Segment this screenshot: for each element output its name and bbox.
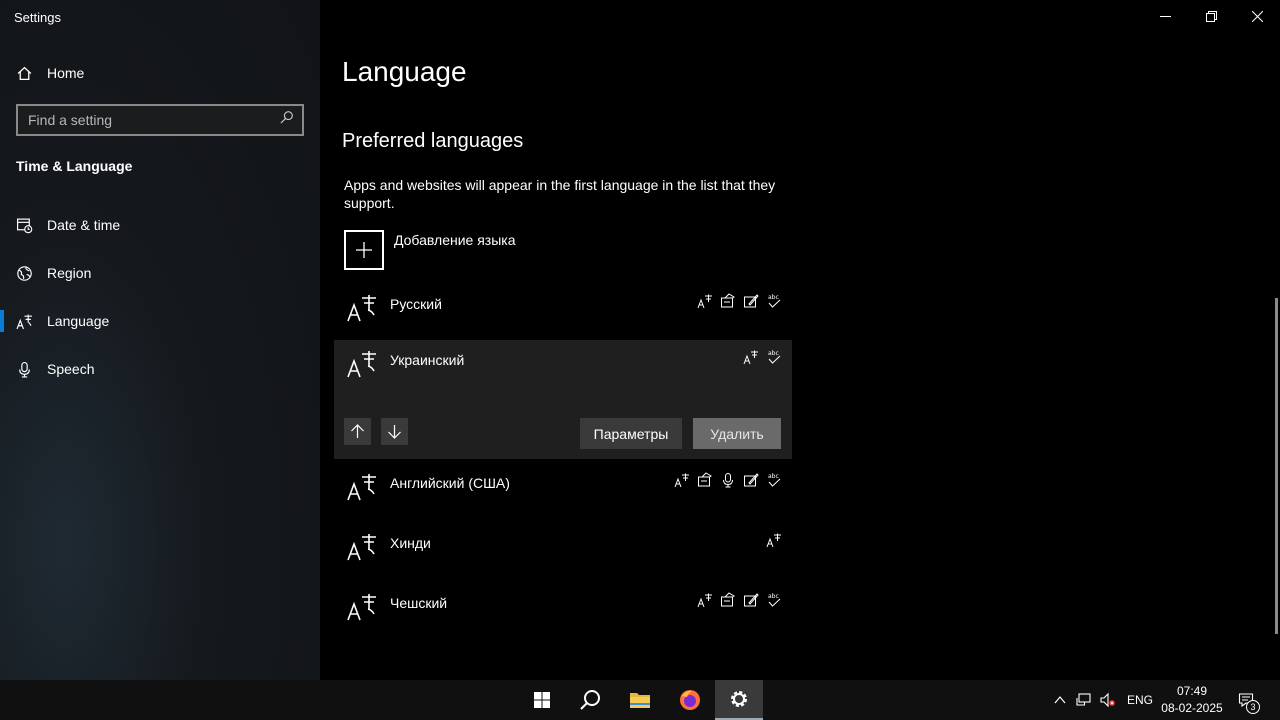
file-explorer-button[interactable] bbox=[616, 680, 664, 720]
handwriting-icon bbox=[743, 293, 759, 309]
globe-icon bbox=[0, 265, 47, 282]
display-language-icon bbox=[743, 349, 759, 365]
taskbar-search-button[interactable] bbox=[566, 680, 614, 720]
remove-button[interactable]: Удалить bbox=[693, 418, 781, 449]
move-up-button[interactable] bbox=[344, 418, 371, 445]
display-language-icon bbox=[674, 472, 690, 488]
search-icon[interactable] bbox=[279, 110, 294, 130]
language-icon bbox=[0, 313, 47, 330]
language-glyph-icon bbox=[347, 594, 376, 621]
language-glyph-icon bbox=[347, 295, 376, 322]
language-glyph-icon bbox=[347, 351, 376, 378]
network-icon bbox=[1076, 693, 1091, 706]
clock-time: 07:49 bbox=[1176, 684, 1208, 698]
windows-start-icon bbox=[534, 692, 550, 708]
language-row-english-us[interactable]: Английский (США) abc bbox=[334, 463, 792, 523]
language-features bbox=[766, 532, 782, 548]
speech-recognition-icon bbox=[720, 472, 736, 488]
language-glyph-icon bbox=[347, 534, 376, 561]
search-input[interactable] bbox=[28, 112, 279, 128]
language-features: abc bbox=[697, 293, 782, 309]
language-name: Английский (США) bbox=[390, 475, 510, 491]
sidebar-item-label: Region bbox=[47, 265, 92, 281]
plus-icon bbox=[344, 230, 384, 270]
language-row-hindi[interactable]: Хинди bbox=[334, 523, 792, 583]
home-label: Home bbox=[47, 65, 85, 81]
svg-text:abc: abc bbox=[768, 593, 779, 600]
options-button[interactable]: Параметры bbox=[580, 418, 682, 449]
language-features: abc bbox=[674, 472, 782, 488]
spell-check-icon: abc bbox=[766, 592, 782, 608]
sidebar-item-speech[interactable]: Speech bbox=[0, 349, 320, 389]
arrow-up-icon bbox=[351, 424, 364, 438]
search-box[interactable] bbox=[16, 104, 304, 136]
settings-gear-icon bbox=[731, 691, 747, 707]
microphone-icon bbox=[0, 361, 47, 378]
page-title: Language bbox=[342, 56, 467, 87]
language-features: abc bbox=[743, 349, 782, 365]
home-icon bbox=[0, 65, 47, 82]
display-language-icon bbox=[697, 592, 713, 608]
language-name: Украинский bbox=[390, 352, 465, 368]
sidebar-item-region[interactable]: Region bbox=[0, 253, 320, 293]
spell-check-icon: abc bbox=[766, 349, 782, 365]
display-language-icon bbox=[766, 532, 782, 548]
scrollbar[interactable] bbox=[1275, 298, 1278, 634]
language-row-russian[interactable]: Русский abc bbox=[334, 284, 792, 344]
file-explorer-icon bbox=[630, 693, 650, 708]
svg-text:abc: abc bbox=[768, 350, 779, 357]
clock-date: 08-02-2025 bbox=[1161, 701, 1223, 715]
handwriting-icon bbox=[743, 592, 759, 608]
language-row-czech[interactable]: Чешский abc bbox=[334, 583, 792, 643]
notifications-button[interactable]: 3 bbox=[1238, 680, 1260, 720]
notification-count-badge: 3 bbox=[1246, 700, 1260, 714]
start-button[interactable] bbox=[518, 680, 566, 720]
sidebar-item-label: Date & time bbox=[47, 217, 121, 233]
svg-text:abc: abc bbox=[768, 473, 779, 480]
home-nav-item[interactable]: Home bbox=[0, 53, 320, 93]
window-title: Settings bbox=[14, 10, 61, 25]
volume-muted-icon bbox=[1100, 692, 1115, 708]
language-features: abc bbox=[697, 592, 782, 608]
sidebar: Settings Home Time & Language Date & tim… bbox=[0, 0, 320, 680]
firefox-button[interactable] bbox=[666, 680, 714, 720]
spell-check-icon: abc bbox=[766, 472, 782, 488]
chevron-up-icon bbox=[1054, 696, 1066, 704]
calendar-clock-icon bbox=[0, 217, 47, 234]
language-name: Хинди bbox=[390, 535, 431, 551]
taskbar: ENG 07:49 08-02-2025 3 bbox=[0, 680, 1280, 720]
handwriting-icon bbox=[743, 472, 759, 488]
volume-button[interactable] bbox=[1100, 680, 1116, 720]
show-hidden-icons-button[interactable] bbox=[1052, 680, 1068, 720]
text-to-speech-icon bbox=[720, 293, 736, 309]
clock[interactable]: 07:49 08-02-2025 bbox=[1160, 683, 1224, 717]
content-pane: Language Preferred languages Apps and we… bbox=[320, 0, 1280, 680]
text-to-speech-icon bbox=[697, 472, 713, 488]
language-name: Чешский bbox=[390, 595, 448, 611]
add-language-label: Добавление языка bbox=[394, 232, 516, 248]
input-language-indicator[interactable]: ENG bbox=[1127, 680, 1153, 720]
sidebar-item-label: Speech bbox=[47, 361, 95, 377]
spell-check-icon: abc bbox=[766, 293, 782, 309]
network-button[interactable] bbox=[1076, 680, 1092, 720]
display-language-icon bbox=[697, 293, 713, 309]
sidebar-item-language[interactable]: Language bbox=[0, 301, 320, 341]
add-language-button[interactable]: Добавление языка bbox=[344, 230, 516, 270]
language-glyph-icon bbox=[347, 474, 376, 501]
section-heading: Time & Language bbox=[16, 158, 133, 174]
search-icon bbox=[580, 690, 600, 710]
language-name: Русский bbox=[390, 296, 442, 312]
section-description: Apps and websites will appear in the fir… bbox=[344, 177, 776, 211]
text-to-speech-icon bbox=[720, 592, 736, 608]
firefox-icon bbox=[680, 690, 700, 710]
sidebar-item-date-time[interactable]: Date & time bbox=[0, 205, 320, 245]
sidebar-item-label: Language bbox=[47, 313, 110, 329]
svg-text:abc: abc bbox=[768, 294, 779, 301]
settings-window: Settings Home Time & Language Date & tim… bbox=[0, 0, 1280, 680]
move-down-button[interactable] bbox=[381, 418, 408, 445]
section-title: Preferred languages bbox=[342, 130, 524, 152]
language-row-ukrainian[interactable]: Украинский abc Параметры Удалить bbox=[334, 340, 792, 459]
settings-taskbar-button[interactable] bbox=[715, 680, 763, 720]
arrow-down-icon bbox=[388, 425, 401, 439]
